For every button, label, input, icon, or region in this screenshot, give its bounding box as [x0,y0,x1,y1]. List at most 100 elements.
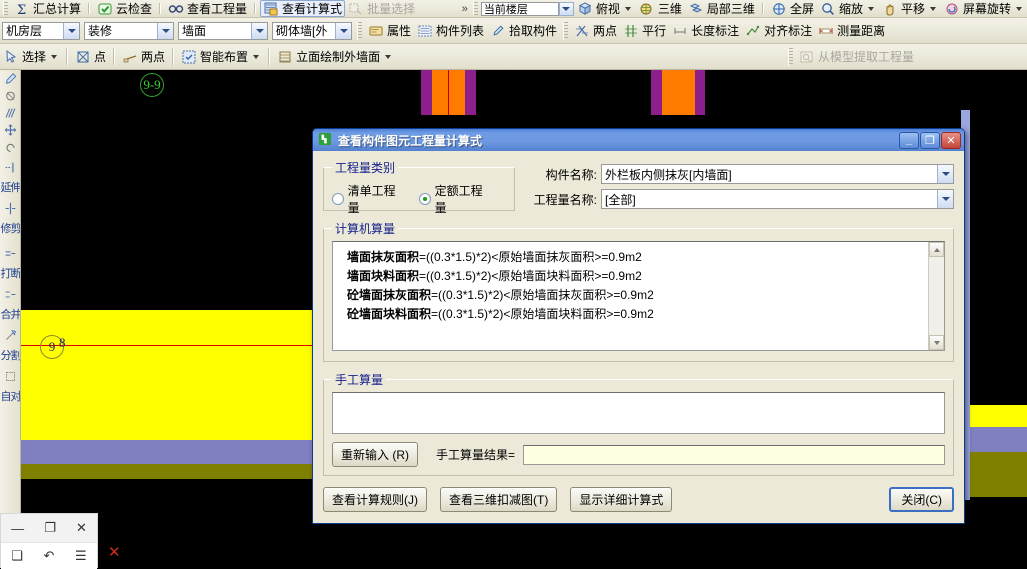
formula-row[interactable]: 砼墙面抹灰面积=((0.3*1.5)*2)<原始墙面抹灰面积>=0.9m2 [347,286,936,305]
chevron-down-icon[interactable] [929,6,936,11]
computer-calc-listbox[interactable]: 墙面抹灰面积=((0.3*1.5)*2)<原始墙面抹灰面积>=0.9m2 墙面块… [332,241,945,351]
toolbar-item-point[interactable]: 点 [72,44,109,69]
toolbar-grip-4[interactable] [563,21,569,40]
toolbar-item-pan[interactable]: 平移 [879,0,941,17]
left-tool-break-label[interactable]: 打断 [0,262,21,286]
toolbar-item-summary-calc[interactable]: Σ 汇总计算 [11,0,84,17]
left-tool-merge-label[interactable]: 合并 [0,303,21,327]
view-formula-dialog[interactable]: 查看构件图元工程量计算式 _ ❐ ✕ 工程量类别 清单工程量 定额工程量 构件名… [312,128,965,524]
view-3d-deduction-button[interactable]: 查看三维扣减图(T) [440,487,558,512]
toolbar-item-smart-layout[interactable]: 智能布置 [178,44,264,69]
toolbar-item-properties[interactable]: 属性 [365,18,414,43]
left-tool-merge-icon[interactable] [0,286,20,303]
chevron-down-icon[interactable] [251,22,267,39]
quantity-name-combo[interactable]: [全部] [601,189,954,209]
left-tool-mirror[interactable] [0,104,20,121]
toolbar-item-length-dim[interactable]: 长度标注 [669,18,742,43]
toolbar-item-select[interactable]: 选择 [0,44,62,69]
toolbar-item-fullscreen[interactable]: 全屏 [768,0,817,17]
mini-undo-icon[interactable]: ↶ [44,548,55,564]
manual-result-field[interactable] [523,444,945,465]
chevron-down-icon[interactable] [1016,6,1022,11]
dialog-maximize-button[interactable]: ❐ [920,131,940,149]
left-tool-move[interactable] [0,121,20,138]
mini-menu-icon[interactable]: ☰ [75,548,87,564]
toolbar-item-member-list[interactable]: 构件列表 [414,18,487,43]
toolbar-item-zoom[interactable]: 缩放 [817,0,879,17]
scroll-up-icon[interactable] [929,242,944,257]
toolbar-item-parallel[interactable]: 平行 [620,18,669,43]
chevron-down-icon[interactable] [867,6,874,11]
toolbar-item-extract-from-model[interactable]: 从模型提取工程量 [796,44,917,69]
show-detailed-formula-button[interactable]: 显示详细计算式 [570,487,673,512]
chevron-down-icon[interactable] [63,22,79,39]
mini-minimize-button[interactable]: — [11,521,24,536]
mini-maximize-button[interactable]: ❐ [44,520,56,536]
toolbar-item-measure-distance[interactable]: 测量距离 [815,18,888,43]
left-tool-extend-icon[interactable] [0,159,20,176]
toolbar-item-batch-select[interactable]: 批量选择 [345,0,418,17]
dialog-titlebar[interactable]: 查看构件图元工程量计算式 _ ❐ ✕ [313,129,964,151]
toolbar-item-view-quantity[interactable]: 查看工程量 [165,0,250,17]
close-dialog-button[interactable]: 关闭(C) [889,487,954,512]
chevron-down-icon[interactable] [624,6,631,11]
left-tool-trim-icon[interactable] [0,200,20,217]
listbox-scrollbar[interactable] [928,242,944,350]
left-tool-split-icon[interactable] [0,327,20,344]
radio-list-quantity[interactable]: 清单工程量 [332,182,405,216]
scroll-down-icon[interactable] [929,335,944,350]
chevron-down-icon[interactable] [385,54,392,59]
toolbar-grip-3[interactable] [357,21,362,40]
toolbar-item-cloud-check[interactable]: 云检查 [94,0,155,17]
view-calc-rule-button[interactable]: 查看计算规则(J) [323,487,427,512]
left-tool-rotate[interactable] [0,87,20,104]
toolbar-overflow-chevron[interactable]: » [460,3,470,15]
toolbar-item-screen-rotate[interactable]: 屏幕旋转 [941,0,1027,17]
mini-doc-icon[interactable]: ❑ [11,548,23,564]
radio-norm-quantity[interactable]: 定额工程量 [419,182,492,216]
left-tool-auto-align-icon[interactable] [0,368,20,385]
left-tool-brush[interactable] [0,70,20,87]
toolbar-item-top-view[interactable]: 俯视 [574,0,636,17]
toolbar-item-pick-member[interactable]: 拾取构件 [487,18,560,43]
toolbar-grip-2[interactable] [472,2,478,15]
formula-row[interactable]: 墙面块料面积=((0.3*1.5)*2)<原始墙面块料面积>=0.9m2 [347,267,936,286]
chevron-down-icon[interactable] [157,22,173,39]
member-select[interactable]: 砌体墙[外 [272,21,352,40]
left-tool-auto-align-label[interactable]: 自对 [0,385,21,409]
dialog-minimize-button[interactable]: _ [899,131,919,149]
current-floor-dropdown-arrow[interactable] [558,1,574,16]
formula-row[interactable]: 砼墙面块料面积=((0.3*1.5)*2)<原始墙面块料面积>=0.9m2 [347,305,936,324]
toolbar-item-align-dim[interactable]: 对齐标注 [742,18,815,43]
chevron-down-icon[interactable] [253,54,260,59]
toolbar-item-view-formula[interactable]: 查看计算式 [260,0,346,17]
reinput-button[interactable]: 重新输入 (R) [332,442,418,467]
toolbar-grip[interactable] [3,2,8,15]
left-tool-break-icon[interactable] [0,245,20,262]
magnifier-icon [820,1,836,17]
formula-row[interactable]: 墙面抹灰面积=((0.3*1.5)*2)<原始墙面抹灰面积>=0.9m2 [347,248,936,267]
left-tool-trim-label[interactable]: 修剪 [0,217,21,241]
toolbar-grip-5[interactable] [787,47,793,66]
mini-close-button[interactable]: ✕ [76,520,87,536]
chevron-down-icon[interactable] [937,190,953,208]
mini-window-overlay[interactable]: — ❐ ✕ ❑ ↶ ☰ [0,513,98,569]
dialog-close-button[interactable]: ✕ [941,131,961,149]
element-select[interactable]: 墙面 [178,21,268,40]
floor-select[interactable]: 机房层 [2,21,80,40]
manual-calc-textarea[interactable] [332,392,945,434]
toolbar-item-two-point-draw[interactable]: 两点 [119,44,168,69]
toolbar-item-elevation-draw-wall[interactable]: 立面绘制外墙面 [274,44,396,69]
chevron-down-icon[interactable] [51,54,58,59]
category-select[interactable]: 装修 [84,21,174,40]
toolbar-item-local-3d[interactable]: 局部三维 [685,0,758,17]
left-tool-split-label[interactable]: 分割 [0,344,21,368]
current-floor-combo[interactable]: 当前楼层 [480,1,559,16]
toolbar-item-two-point-measure[interactable]: 两点 [571,18,620,43]
toolbar-item-3d[interactable]: 三维 [636,0,685,17]
chevron-down-icon[interactable] [937,165,953,183]
left-tool-undo-arc[interactable] [0,138,20,155]
left-tool-extend-label[interactable]: 延伸 [0,176,21,200]
chevron-down-icon[interactable] [335,22,351,39]
member-name-combo[interactable]: 外栏板内侧抹灰[内墙面] [601,164,954,184]
